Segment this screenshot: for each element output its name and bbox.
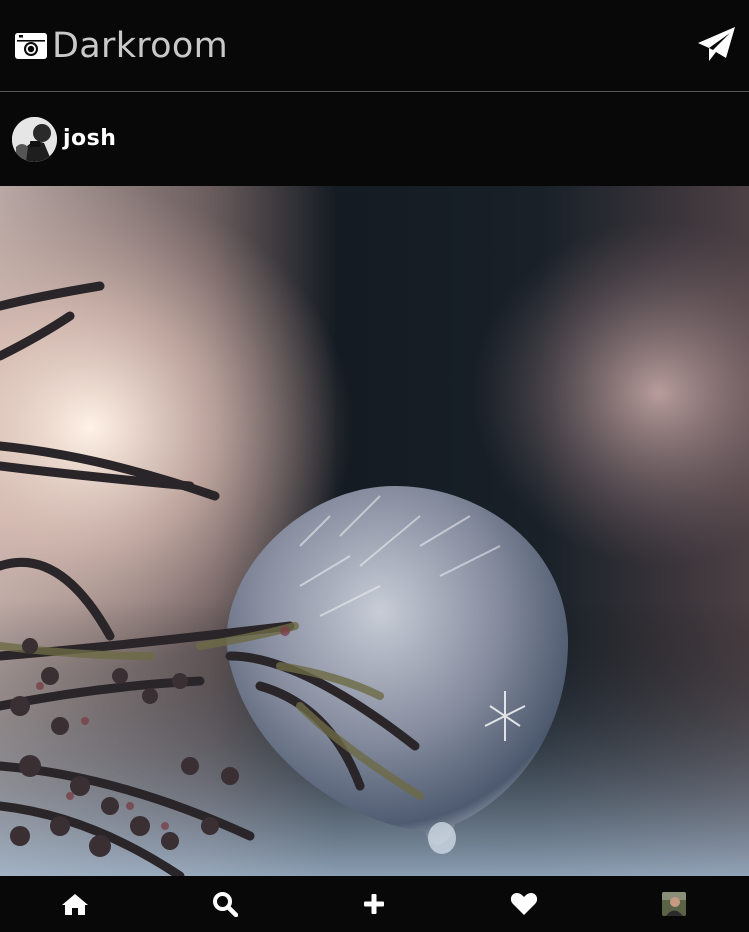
paper-plane-icon (698, 27, 735, 61)
frozen-bubble-image (0, 186, 749, 876)
home-icon (61, 894, 88, 915)
search-icon (212, 892, 238, 917)
author-username[interactable]: josh (63, 126, 116, 151)
camera-icon (15, 33, 47, 59)
nav-profile[interactable] (654, 884, 694, 924)
post-header: josh (0, 93, 749, 186)
bottom-navigation (0, 876, 749, 932)
nav-activity[interactable] (504, 884, 544, 924)
post-photo[interactable] (0, 186, 749, 876)
app-root: Darkroom josh (0, 0, 749, 932)
app-title: Darkroom (52, 26, 228, 66)
heart-icon (511, 893, 538, 915)
plus-icon (364, 894, 385, 914)
nav-create[interactable] (354, 884, 394, 924)
brand-logo[interactable]: Darkroom (14, 24, 228, 68)
nav-search[interactable] (205, 884, 245, 924)
top-header: Darkroom (0, 0, 749, 92)
nav-home[interactable] (55, 884, 95, 924)
profile-avatar (662, 892, 687, 916)
direct-message-button[interactable] (697, 25, 737, 65)
user-avatar (12, 117, 57, 162)
author-avatar[interactable] (12, 117, 57, 162)
